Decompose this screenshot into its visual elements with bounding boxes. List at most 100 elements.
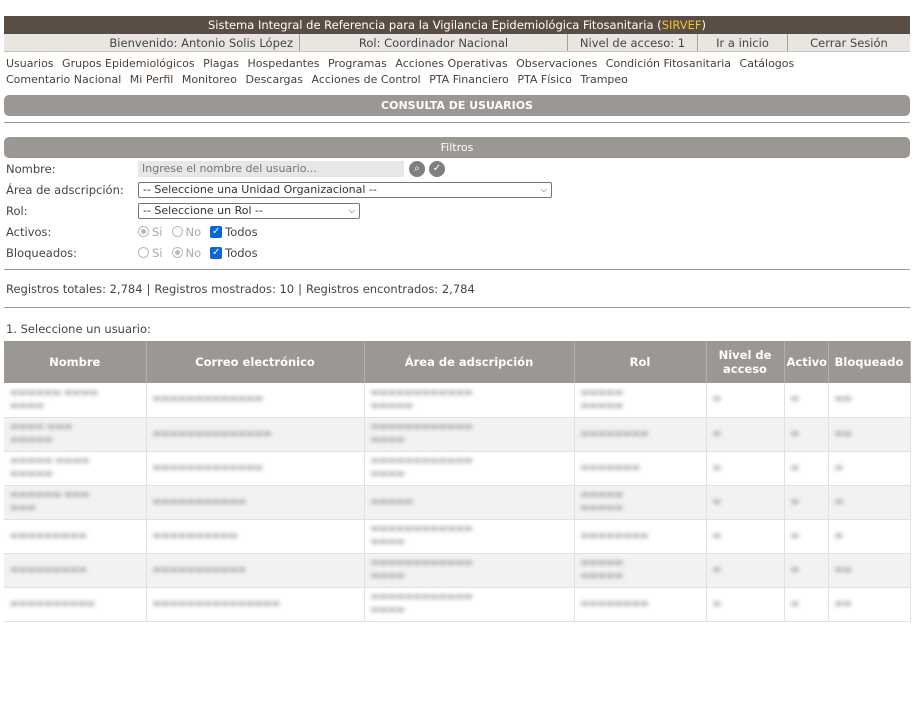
redacted-cell: ▬▬▬▬▬▬▬▬▬▬▬▬ ▬▬▬▬ — [370, 456, 473, 479]
menu-condicion-fitosanitaria[interactable]: Condición Fitosanitaria — [606, 57, 731, 70]
menu-pta-financiero[interactable]: PTA Financiero — [429, 73, 509, 86]
blocked-todos-checkbox[interactable]: ✓ Todos — [210, 245, 258, 260]
active-label: Activos: — [6, 224, 52, 239]
checkbox-checked-icon: ✓ — [210, 225, 223, 238]
filter-row-name: Nombre: ⌕ ✓ — [4, 158, 910, 179]
table-row[interactable]: ▬▬▬▬ ▬▬▬ ▬▬▬▬▬ ▬▬▬▬▬▬▬▬▬▬▬▬▬▬ ▬▬▬▬▬▬▬▬▬▬▬▬ ▬… — [4, 417, 911, 452]
redacted-cell: ▬ — [790, 530, 800, 541]
welcome-text: Bienvenido: Antonio Solis López — [4, 34, 300, 51]
chevron-down-icon: ⌵ — [348, 205, 355, 215]
col-header-correo[interactable]: Correo electrónico — [146, 341, 365, 383]
filter-row-blocked: Bloqueados: Si No ✓ Todos — [4, 242, 910, 263]
blocked-todos-label: Todos — [225, 245, 258, 260]
active-no-radio[interactable]: No — [171, 224, 202, 239]
active-todos-checkbox[interactable]: ✓ Todos — [210, 224, 258, 239]
menu-grupos-epidemiologicos[interactable]: Grupos Epidemiológicos — [62, 57, 195, 70]
redacted-cell: ▬▬▬▬▬▬▬▬▬ — [10, 530, 87, 541]
menu-descargas[interactable]: Descargas — [245, 73, 303, 86]
redacted-cell: ▬▬▬▬▬▬▬▬▬▬ — [152, 530, 238, 541]
redacted-cell: ▬ — [712, 462, 722, 473]
app-title-suffix: ) — [701, 18, 707, 32]
menu-plagas[interactable]: Plagas — [203, 57, 239, 70]
app-acronym: SIRVEF — [661, 18, 702, 32]
redacted-cell: ▬▬▬▬▬▬▬▬▬▬▬▬▬ — [152, 394, 264, 405]
users-table: Nombre Correo electrónico Área de adscri… — [4, 341, 911, 622]
blocked-no-label: No — [185, 245, 202, 260]
table-row[interactable]: ▬▬▬▬▬▬▬▬▬▬▬▬▬▬▬▬▬▬▬▬▬▬▬▬▬▬▬▬▬▬▬▬▬▬▬▬▬▬▬▬… — [4, 553, 911, 588]
name-label: Nombre: — [6, 161, 56, 176]
redacted-cell: ▬▬▬▬ ▬▬▬ ▬▬▬▬▬ — [10, 422, 73, 445]
active-no-label: No — [185, 224, 202, 239]
col-header-bloqueado[interactable]: Bloqueado — [828, 341, 911, 383]
role-select-value: -- Seleccione un Rol -- — [143, 204, 263, 217]
menu-comentario-nacional[interactable]: Comentario Nacional — [6, 73, 121, 86]
menu-observaciones[interactable]: Observaciones — [516, 57, 597, 70]
menu-row-2: Comentario Nacional Mi Perfil Monitoreo … — [6, 72, 908, 88]
filter-row-active: Activos: Si No ✓ Todos — [4, 221, 910, 242]
menu-row-1: Usuarios Grupos Epidemiológicos Plagas H… — [6, 56, 908, 72]
table-row[interactable]: ▬▬▬▬▬▬ ▬▬▬▬▬▬▬▬▬▬▬▬▬▬▬▬▬▬▬▬▬▬▬▬▬▬▬▬▬▬▬▬▬… — [4, 383, 911, 418]
role-select[interactable]: -- Seleccione un Rol -- ⌵ — [138, 202, 360, 219]
menu-pta-fisico[interactable]: PTA Físico — [517, 73, 571, 86]
user-info-bar: Bienvenido: Antonio Solis López Rol: Coo… — [4, 34, 910, 52]
access-level-text: Nivel de acceso: 1 — [568, 34, 698, 51]
search-icon[interactable]: ⌕ — [409, 160, 425, 177]
menu-monitoreo[interactable]: Monitoreo — [182, 73, 237, 86]
col-header-nombre[interactable]: Nombre — [4, 341, 147, 383]
redacted-cell: ▬▬▬▬▬▬▬▬▬▬▬▬▬▬▬ — [152, 598, 281, 609]
redacted-cell: ▬▬▬▬▬ ▬▬▬▬ ▬▬▬▬▬ — [10, 456, 90, 479]
table-row[interactable]: ▬▬▬▬▬▬▬▬▬▬▬▬▬▬▬▬▬▬▬▬▬▬▬▬▬▬▬▬▬▬▬▬▬▬▬▬▬▬▬▬… — [4, 519, 911, 554]
redacted-cell: ▬ — [790, 496, 800, 507]
menu-mi-perfil[interactable]: Mi Perfil — [130, 73, 174, 86]
active-si-radio[interactable]: Si — [138, 225, 163, 239]
col-header-area[interactable]: Área de adscripción — [364, 341, 575, 383]
active-si-label: Si — [152, 224, 163, 239]
table-row[interactable]: ▬▬▬▬▬ ▬▬▬▬ ▬▬▬▬▬ ▬▬▬▬▬▬▬▬▬▬▬▬▬ ▬▬▬▬▬▬▬▬▬▬▬▬… — [4, 451, 911, 486]
name-search-input[interactable] — [138, 160, 404, 177]
col-header-rol[interactable]: Rol — [574, 341, 707, 383]
blocked-si-label: Si — [152, 245, 163, 260]
table-row[interactable]: ▬▬▬▬▬▬▬▬▬▬▬▬▬▬▬▬▬▬▬▬▬▬▬▬▬▬▬▬▬▬▬▬▬▬▬▬▬▬▬▬… — [4, 587, 911, 622]
menu-acciones-de-control[interactable]: Acciones de Control — [311, 73, 420, 86]
page: Sistema Integral de Referencia para la V… — [0, 16, 914, 622]
radio-icon — [138, 247, 149, 258]
redacted-cell: ▬▬▬▬▬▬▬▬▬▬ — [580, 558, 624, 581]
table-header-row: Nombre Correo electrónico Área de adscri… — [4, 341, 911, 383]
blocked-si-radio[interactable]: Si — [138, 246, 163, 260]
logout-link[interactable]: Cerrar Sesión — [810, 36, 888, 50]
check-icon[interactable]: ✓ — [429, 160, 445, 177]
table-row[interactable]: ▬▬▬▬▬▬ ▬▬▬▬▬▬▬▬▬▬▬▬▬▬▬▬▬▬▬▬▬▬▬▬▬▬▬▬▬▬▬▬▬… — [4, 485, 911, 520]
area-label: Área de adscripción: — [6, 182, 124, 197]
redacted-cell: ▬▬▬▬▬▬▬▬▬▬▬▬▬▬ — [152, 428, 272, 439]
role-label: Rol: — [6, 203, 28, 218]
redacted-cell: ▬ — [790, 564, 800, 575]
redacted-cell: ▬ — [834, 496, 844, 507]
menu-acciones-operativas[interactable]: Acciones Operativas — [395, 57, 507, 70]
redacted-cell: ▬ — [790, 428, 800, 439]
redacted-cell: ▬▬ — [834, 564, 852, 575]
divider — [4, 122, 910, 123]
users-table-body: ▬▬▬▬▬▬ ▬▬▬▬ ▬▬▬▬ ▬▬▬▬▬▬▬▬▬▬▬▬▬ ▬▬▬▬▬▬▬▬▬▬▬▬… — [4, 383, 911, 622]
redacted-cell: ▬ — [790, 394, 800, 405]
area-select[interactable]: -- Seleccione una Unidad Organizacional … — [138, 181, 552, 198]
redacted-cell: ▬▬▬▬▬▬▬▬▬▬▬▬ ▬▬▬▬ — [370, 524, 473, 547]
redacted-cell: ▬▬ — [834, 428, 852, 439]
blocked-no-radio[interactable]: No — [171, 245, 202, 260]
active-todos-label: Todos — [225, 224, 258, 239]
menu-usuarios[interactable]: Usuarios — [6, 57, 54, 70]
menu-catalogos[interactable]: Catálogos — [740, 57, 795, 70]
redacted-cell: ▬▬▬▬▬▬▬▬ — [580, 598, 649, 609]
redacted-cell: ▬▬▬▬▬▬▬▬ — [580, 428, 649, 439]
menu-hospedantes[interactable]: Hospedantes — [247, 57, 319, 70]
col-header-nivel[interactable]: Nivel de acceso — [706, 341, 785, 383]
redacted-cell: ▬▬▬▬▬▬ ▬▬▬▬ ▬▬▬▬ — [10, 387, 98, 411]
redacted-cell: ▬ — [712, 530, 722, 541]
home-link[interactable]: Ir a inicio — [716, 36, 769, 50]
menu-programas[interactable]: Programas — [328, 57, 387, 70]
redacted-cell: ▬ — [790, 598, 800, 609]
col-header-activo[interactable]: Activo — [784, 341, 829, 383]
redacted-cell: ▬▬▬▬▬▬▬▬▬▬▬▬ ▬▬▬▬ — [370, 422, 473, 445]
menu-trampeo[interactable]: Trampeo — [580, 73, 628, 86]
role-text: Rol: Coordinador Nacional — [300, 34, 568, 51]
redacted-cell: ▬▬▬▬▬▬▬▬▬▬ — [10, 598, 96, 609]
